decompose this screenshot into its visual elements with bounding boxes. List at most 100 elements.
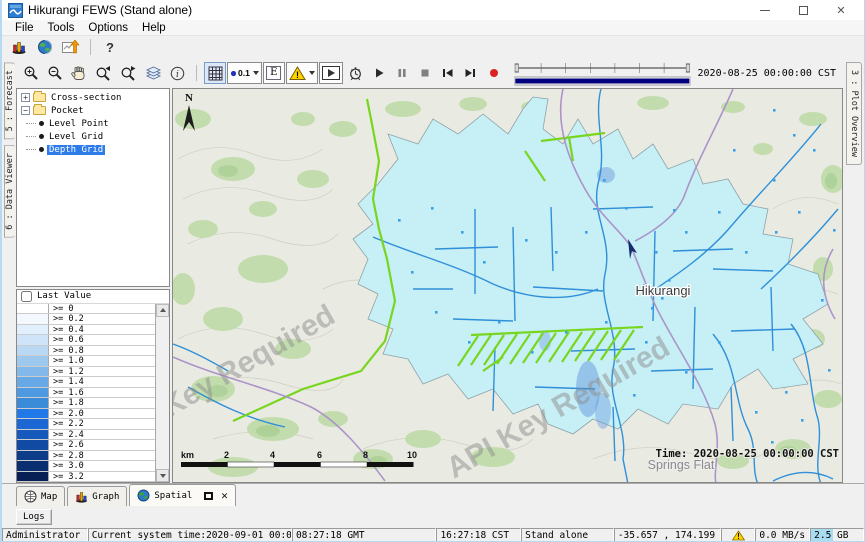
labels-button[interactable]: E [263,62,285,84]
legend-row[interactable]: >= 2.4 [17,430,155,441]
tree-folder[interactable]: + Cross-section [17,91,169,104]
legend-row[interactable]: >= 2.6 [17,440,155,451]
legend-value-label: >= 1.6 [49,388,84,398]
tab-plot-overview[interactable]: 3 : Plot Overview [846,62,862,165]
database-viewer-button[interactable] [6,37,32,57]
legend-row[interactable]: >= 1.0 [17,356,155,367]
help-button[interactable]: ? [97,37,123,57]
play-button[interactable] [368,62,390,84]
left-tab-strip: 5 : Forecast 6 : Data Viewer [2,58,16,483]
stop-button[interactable] [414,62,436,84]
status-memory[interactable]: 2.5 GB [810,528,864,542]
svg-text:Springs Flat: Springs Flat [648,458,715,472]
graph-tab-icon [75,490,88,503]
zoom-next-button[interactable] [117,62,141,84]
svg-text:!: ! [296,70,299,80]
legend-color-swatch [17,356,49,366]
step-forward-button[interactable] [460,62,482,84]
time-slider[interactable] [514,60,691,87]
timeline-span-bar [515,78,689,83]
maximize-icon[interactable] [784,1,822,19]
tree-view[interactable]: + Cross-section − Pocket Level Point Level Gr… [16,88,170,287]
minimize-icon[interactable] [746,1,784,19]
menu-options[interactable]: Options [81,22,135,34]
menu-file[interactable]: File [8,22,41,34]
warnings-button[interactable]: ! [286,62,318,84]
last-value-checkbox[interactable] [21,291,32,302]
map-view[interactable]: API Key Required API Key Required N Hiku… [172,88,843,483]
legend-value-label: >= 2.8 [49,451,84,461]
last-value-label: Last Value [37,291,91,301]
legend-row[interactable]: >= 1.8 [17,398,155,409]
legend-scrollbar[interactable] [156,304,169,483]
pause-button[interactable] [391,62,413,84]
dock-maximize-icon[interactable] [204,492,213,500]
layers-button[interactable] [142,62,165,84]
legend-row[interactable]: >= 2.0 [17,409,155,420]
tree-leaf[interactable]: Depth Grid [17,143,169,156]
dock-close-icon[interactable]: ✕ [221,489,228,502]
tab-map[interactable]: Map [16,486,65,506]
tree-leaf-label[interactable]: Depth Grid [47,145,105,155]
pan-button[interactable] [68,62,91,84]
timer-button[interactable] [344,62,367,84]
status-warning-cell[interactable]: ! [721,528,755,542]
legend-row[interactable]: >= 2.8 [17,451,155,462]
legend-row[interactable]: >= 1.4 [17,377,155,388]
legend-row[interactable]: >= 3.2 [17,472,155,483]
legend-row[interactable]: >= 2.2 [17,419,155,430]
stop-icon [418,66,432,80]
legend-row[interactable]: >= 1.6 [17,388,155,399]
legend-row[interactable]: >= 0.6 [17,335,155,346]
expand-toggle-icon[interactable]: + [21,93,30,102]
pan-icon [71,65,88,82]
threshold-value-label: 0.1 [238,68,250,78]
menu-tools[interactable]: Tools [41,22,82,34]
legend-row[interactable]: >= 0.4 [17,325,155,336]
tree-leaf-label[interactable]: Level Grid [47,132,105,142]
tree-folder-label[interactable]: Pocket [49,106,86,116]
legend-row[interactable]: >= 3.0 [17,461,155,472]
zoom-in-button[interactable] [20,62,43,84]
step-backward-button[interactable] [437,62,459,84]
tree-folder[interactable]: − Pocket [17,104,169,117]
legend-row[interactable]: >= 0 [17,304,155,315]
record-button[interactable] [483,62,505,84]
legend-color-swatch [17,325,49,335]
map-tab-globe-icon [24,490,37,503]
legend-row[interactable]: >= 1.2 [17,367,155,378]
title-bar[interactable]: Hikurangi FEWS (Stand alone) ✕ [2,0,864,20]
tree-leaf[interactable]: Level Grid [17,130,169,143]
menu-help[interactable]: Help [135,22,173,34]
tab-data-viewer[interactable]: 6 : Data Viewer [4,145,15,238]
map-canvas[interactable]: API Key Required API Key Required N Hiku… [173,89,843,483]
scroll-up-icon[interactable] [156,304,169,317]
info-button[interactable]: i [166,62,189,84]
threshold-value-button[interactable]: 0.1 [227,62,262,84]
tab-graph[interactable]: Graph [67,486,127,506]
timer-icon [347,65,364,82]
legend-row[interactable]: >= 0.8 [17,346,155,357]
map-display-button[interactable] [32,37,58,57]
tree-folder-label[interactable]: Cross-section [49,93,123,103]
animation-button[interactable] [319,62,343,84]
legend-value-label: >= 3.0 [49,461,84,471]
zoom-out-button[interactable] [44,62,67,84]
info-icon: i [169,65,186,82]
grid-button[interactable] [204,62,226,84]
tab-spatial[interactable]: Spatial ✕ [129,484,236,506]
legend-row[interactable]: >= 0.2 [17,314,155,325]
legend-color-swatch [17,367,49,377]
close-icon[interactable]: ✕ [822,1,860,19]
scroll-down-icon[interactable] [156,469,169,482]
svg-text:km: km [181,450,194,460]
zoom-previous-button[interactable] [92,62,116,84]
tab-forecast[interactable]: 5 : Forecast [4,62,15,139]
tree-leaf-label[interactable]: Level Point [47,119,111,129]
spatial-display-button[interactable] [58,37,84,57]
expand-toggle-icon[interactable]: − [21,106,30,115]
legend-value-label: >= 2.4 [49,430,84,440]
logs-button[interactable]: Logs [16,509,52,525]
legend-color-swatch [17,314,49,324]
tree-leaf[interactable]: Level Point [17,117,169,130]
